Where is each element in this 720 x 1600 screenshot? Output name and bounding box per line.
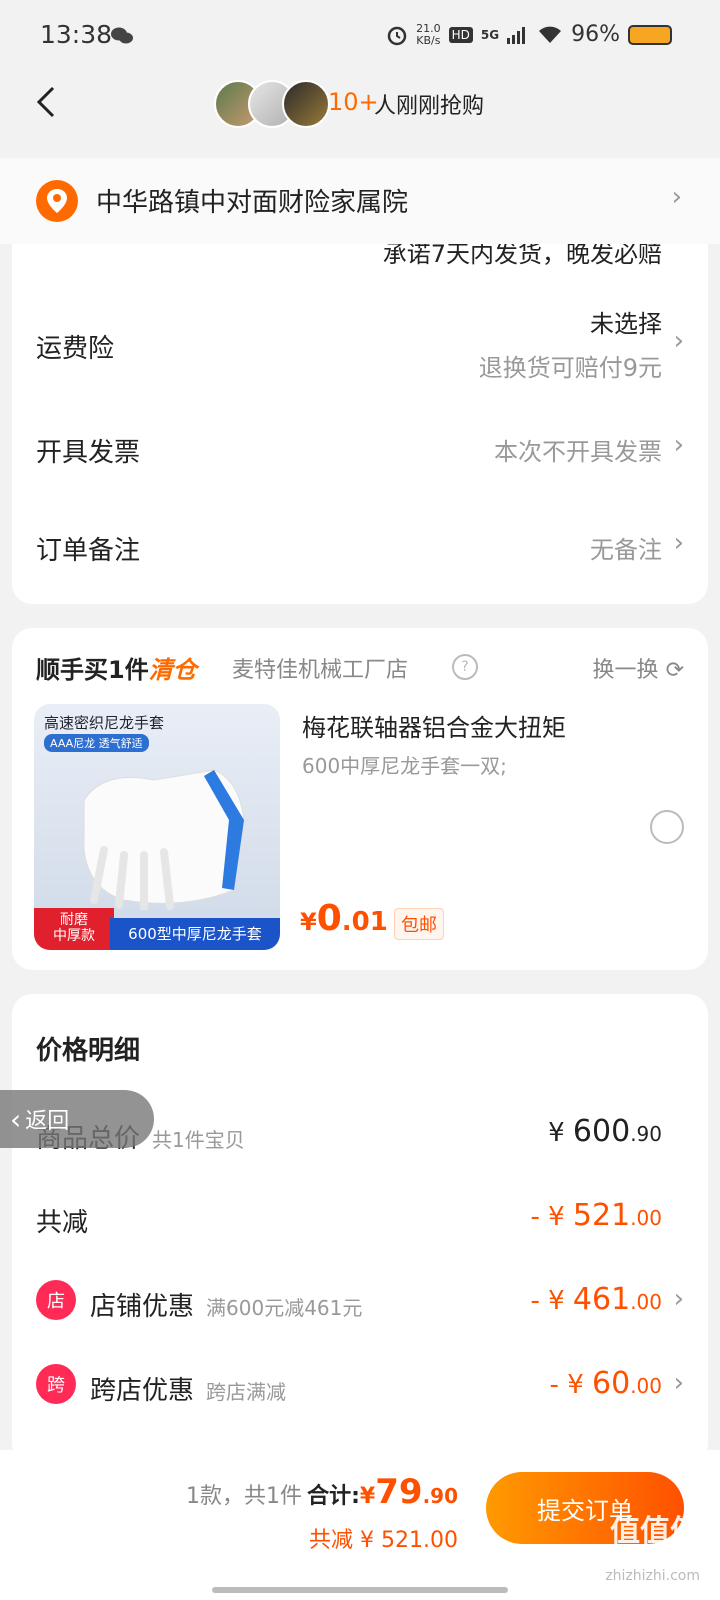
shop-discount-value: - ¥ 461.00 bbox=[530, 1282, 662, 1317]
total-label: 合计: bbox=[307, 1484, 360, 1509]
wechat-icon bbox=[111, 27, 133, 44]
product-spec: 600中厚尼龙手套一双; bbox=[302, 754, 507, 778]
shop-discount-icon: 店 bbox=[36, 1280, 76, 1320]
chevron-right-icon: › bbox=[673, 528, 684, 558]
service-card: 承诺7天内发货，晚发必赔 运费险 未选择 退换货可赔付9元 › 开具发票 本次不… bbox=[12, 200, 708, 604]
watermark-logo: 值值值 bbox=[610, 1514, 700, 1549]
chevron-right-icon: › bbox=[673, 326, 684, 356]
row-value-sub: 退换货可赔付9元 bbox=[478, 354, 662, 382]
chevron-left-icon: ‹ bbox=[10, 1102, 22, 1136]
total-reduce-summary: 共减 ¥ 521.00 bbox=[309, 1528, 458, 1553]
price-detail-card: 价格明细 商品总价共1件宝贝 ¥ 600.90 共减 - ¥ 521.00 店 … bbox=[12, 994, 708, 1464]
address-bar[interactable]: 中华路镇中对面财险家属院 › bbox=[0, 158, 720, 244]
row-label: 运费险 bbox=[36, 334, 115, 364]
image-badge: 耐磨 中厚款 bbox=[34, 908, 114, 950]
grab-count: 10+ bbox=[328, 88, 379, 116]
cross-shop-label: 跨店优惠 跨店满减 bbox=[90, 1376, 287, 1406]
upsell-title: 顺手买1件清仓 bbox=[36, 656, 197, 684]
chevron-right-icon: › bbox=[673, 430, 684, 460]
cross-shop-value: - ¥ 60.00 bbox=[549, 1366, 662, 1401]
buyer-avatars bbox=[214, 80, 330, 128]
row-value: 无备注 bbox=[590, 536, 662, 564]
item-count: 1款，共1件 bbox=[186, 1484, 303, 1509]
return-button[interactable]: ‹ 返回 bbox=[0, 1090, 154, 1148]
product-image[interactable]: 高速密织尼龙手套 AAA尼龙 透气舒适 耐磨 中厚款 600型中厚尼龙手套 bbox=[34, 704, 280, 950]
image-model-label: 600型中厚尼龙手套 bbox=[110, 918, 280, 950]
product-price: ¥0.01 bbox=[300, 898, 388, 939]
goods-total-value: ¥ 600.90 bbox=[548, 1114, 662, 1149]
swap-button[interactable]: 换一换 ⟳ bbox=[593, 652, 684, 684]
chevron-right-icon: › bbox=[673, 1284, 684, 1314]
cross-shop-icon: 跨 bbox=[36, 1364, 76, 1404]
help-icon[interactable]: ? bbox=[452, 654, 478, 680]
image-caption: 高速密织尼龙手套 bbox=[44, 714, 165, 732]
shop-discount-label: 店铺优惠 满600元减461元 bbox=[90, 1292, 363, 1322]
battery-icon bbox=[628, 24, 672, 45]
battery-percent: 96% bbox=[571, 22, 620, 47]
gloves-illustration bbox=[83, 769, 245, 910]
product-title[interactable]: 梅花联轴器铝合金大扭矩 bbox=[302, 708, 566, 743]
total-reduce-label: 共减 bbox=[36, 1208, 89, 1238]
page-header: 10+ 人刚刚抢购 bbox=[0, 72, 720, 162]
status-right: 21.0 KB/s HD 5G 96% bbox=[386, 22, 672, 47]
address-text: 中华路镇中对面财险家属院 bbox=[96, 188, 409, 218]
row-label: 开具发票 bbox=[36, 438, 141, 468]
row-label: 订单备注 bbox=[36, 536, 141, 566]
price-detail-title: 价格明细 bbox=[36, 1036, 141, 1066]
row-value: 未选择 bbox=[590, 310, 662, 338]
watermark-url: zhizhizhi.com bbox=[605, 1568, 700, 1584]
network-type: 5G bbox=[480, 27, 500, 42]
order-summary: 1款，共1件 合计:¥79.90 bbox=[186, 1472, 458, 1512]
free-shipping-badge: 包邮 bbox=[394, 908, 444, 940]
hd-badge: HD bbox=[448, 26, 473, 43]
total-reduce-value: - ¥ 521.00 bbox=[530, 1198, 662, 1233]
signal-icon bbox=[507, 26, 526, 44]
net-speed: 21.0 KB/s bbox=[416, 21, 441, 47]
alarm-icon bbox=[387, 26, 407, 45]
image-tagline: AAA尼龙 透气舒适 bbox=[44, 734, 149, 752]
refresh-icon: ⟳ bbox=[665, 658, 684, 683]
status-bar: 13:38 21.0 KB/s HD 5G 96% bbox=[0, 0, 720, 72]
clearance-tag: 清仓 bbox=[148, 656, 197, 684]
chevron-right-icon: › bbox=[673, 1368, 684, 1398]
row-value: 本次不开具发票 bbox=[494, 438, 662, 466]
location-icon bbox=[36, 180, 78, 222]
avatar bbox=[282, 80, 330, 128]
back-icon[interactable] bbox=[26, 82, 66, 122]
home-indicator[interactable] bbox=[212, 1587, 508, 1593]
grab-text: 人刚刚抢购 bbox=[374, 94, 485, 119]
status-time: 13:38 bbox=[40, 20, 113, 49]
total-price: ¥79.90 bbox=[359, 1472, 458, 1512]
upsell-card: 顺手买1件清仓 麦特佳机械工厂店 ? 换一换 ⟳ 高速密织尼龙手套 AAA尼龙 … bbox=[12, 628, 708, 970]
add-item-radio[interactable] bbox=[650, 810, 684, 844]
wifi-icon bbox=[539, 26, 562, 43]
shop-name[interactable]: 麦特佳机械工厂店 bbox=[232, 652, 408, 684]
chevron-right-icon: › bbox=[671, 182, 682, 212]
